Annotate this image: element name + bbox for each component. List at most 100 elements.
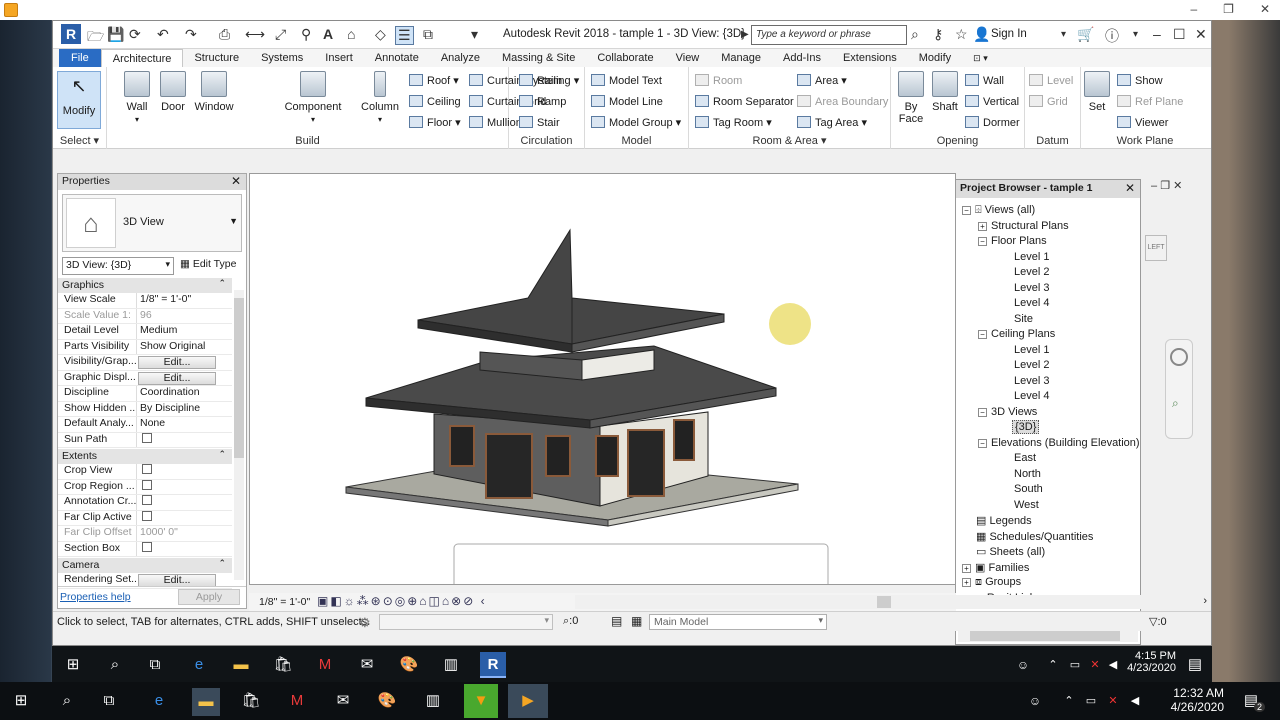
- tree-3d-view-item[interactable]: {3D}: [1012, 420, 1040, 434]
- people-icon[interactable]: ☺: [1012, 654, 1034, 676]
- tree-elev-north[interactable]: North: [1014, 468, 1041, 480]
- property-value[interactable]: 1000' 0": [136, 526, 228, 541]
- type-dropdown-icon[interactable]: ▼: [229, 216, 238, 226]
- view-cube-face[interactable]: LEFT: [1145, 235, 1167, 261]
- subscription-icon[interactable]: ⚷: [933, 26, 943, 43]
- search-icon[interactable]: ⌕: [104, 654, 126, 676]
- view-minimize-icon[interactable]: –: [1151, 180, 1157, 192]
- properties-scroll-thumb[interactable]: [234, 298, 244, 458]
- tree-ceiling-level-4[interactable]: Level 4: [1014, 390, 1049, 402]
- property-row[interactable]: Annotation Cr...: [58, 495, 232, 511]
- restore-icon[interactable]: ❐: [1223, 2, 1234, 16]
- sync-icon[interactable]: ⟳: [129, 26, 141, 43]
- tree-elev-east[interactable]: East: [1014, 452, 1036, 464]
- checkbox[interactable]: [142, 464, 152, 474]
- component-button[interactable]: Component ▾: [281, 71, 345, 125]
- close-icon[interactable]: ✕: [1260, 2, 1270, 16]
- tab-architecture[interactable]: Architecture: [100, 49, 184, 67]
- battery-icon[interactable]: ▭: [1080, 690, 1102, 712]
- modify-button[interactable]: ↖ Modify: [57, 71, 101, 129]
- model-group-button[interactable]: Model Group ▾: [591, 114, 681, 132]
- project-browser-hscroll-thumb[interactable]: [970, 631, 1120, 641]
- user-icon[interactable]: 👤: [973, 26, 990, 43]
- app-minimize-icon[interactable]: –: [1153, 26, 1161, 42]
- app-maximize-icon[interactable]: ☐: [1173, 26, 1186, 43]
- start-icon[interactable]: ⊞: [10, 690, 32, 712]
- tree-3d-views[interactable]: −3D Views: [978, 406, 1037, 418]
- tab-analyze[interactable]: Analyze: [430, 49, 491, 67]
- collapse-icon[interactable]: ⌃: [218, 558, 226, 569]
- vertical-opening-button[interactable]: Vertical: [965, 93, 1019, 111]
- area-boundary-button[interactable]: Area Boundary: [797, 93, 888, 111]
- tray-chevron-icon[interactable]: ⌃: [1058, 690, 1080, 712]
- tab-manage[interactable]: Manage: [710, 49, 772, 67]
- section-graphics[interactable]: Graphics ⌃: [58, 278, 232, 293]
- default-3d-icon[interactable]: ⌂: [347, 26, 355, 42]
- property-value[interactable]: None: [136, 417, 228, 432]
- mail-icon[interactable]: ✉: [332, 690, 354, 712]
- tree-ceiling-level-3[interactable]: Level 3: [1014, 375, 1049, 387]
- scroll-right-icon[interactable]: ›: [1203, 595, 1207, 607]
- text-icon[interactable]: A: [323, 26, 333, 42]
- room-area-dropdown[interactable]: Room & Area ▾: [689, 134, 890, 147]
- ceiling-button[interactable]: Ceiling: [409, 93, 461, 111]
- edit-button[interactable]: Edit...: [138, 356, 216, 369]
- switch-windows-icon[interactable]: ⧉: [423, 26, 433, 43]
- vlc-icon[interactable]: ▼: [464, 684, 498, 718]
- save-icon[interactable]: 💾: [107, 26, 124, 43]
- viewer-button[interactable]: Viewer: [1117, 114, 1168, 132]
- open-icon[interactable]: 🗁: [87, 26, 104, 50]
- print-icon[interactable]: ⎙: [219, 26, 230, 43]
- mcafee-icon[interactable]: M: [314, 654, 336, 676]
- property-checkbox[interactable]: [136, 510, 228, 525]
- property-row[interactable]: Far Clip Offset 1000' 0": [58, 526, 232, 542]
- drawing-area[interactable]: [249, 173, 956, 593]
- property-row[interactable]: Detail Level Medium: [58, 324, 232, 340]
- property-value[interactable]: Medium: [136, 324, 228, 339]
- dormer-button[interactable]: Dormer: [965, 114, 1020, 132]
- people-icon[interactable]: ☺: [1024, 690, 1046, 712]
- file-explorer-icon[interactable]: ▬: [230, 654, 252, 676]
- tree-floor-plans[interactable]: − Floor Plans: [978, 235, 1047, 247]
- property-checkbox[interactable]: [136, 464, 228, 479]
- property-checkbox[interactable]: [136, 495, 228, 510]
- tag-icon[interactable]: ⚲: [301, 26, 311, 43]
- roof-button[interactable]: Roof ▾: [409, 72, 459, 90]
- edit-type-button[interactable]: ▦ Edit Type: [180, 258, 236, 270]
- property-row[interactable]: Section Box: [58, 541, 232, 557]
- collapse-icon[interactable]: ⌃: [218, 278, 226, 289]
- property-checkbox[interactable]: [136, 541, 228, 556]
- view-control-icons[interactable]: ▣◧☼⁂⊛⊙◎⊕⌂◫⌂⊗⊘ ‹: [317, 594, 487, 608]
- view-scale-button[interactable]: 1/8" = 1'-0": [259, 596, 310, 608]
- paint-icon[interactable]: 🎨: [398, 654, 420, 676]
- tab-systems[interactable]: Systems: [250, 49, 314, 67]
- favorites-icon[interactable]: ☆: [955, 26, 968, 43]
- customize-toolbar-icon[interactable]: ▾: [471, 26, 478, 43]
- room-separator-button[interactable]: Room Separator: [695, 93, 794, 111]
- collapse-icon[interactable]: ⌃: [218, 449, 226, 460]
- canvas-hscrollbar[interactable]: ›: [575, 595, 1211, 609]
- railing-button[interactable]: Railing ▾: [519, 72, 579, 90]
- app-icon[interactable]: ▥: [422, 690, 444, 712]
- tab-annotate[interactable]: Annotate: [364, 49, 430, 67]
- column-button[interactable]: Column ▾: [355, 71, 405, 125]
- checkbox[interactable]: [142, 541, 152, 552]
- store-icon[interactable]: 🛍: [272, 654, 294, 676]
- checkbox[interactable]: [142, 510, 152, 521]
- ramp-button[interactable]: Ramp: [519, 93, 566, 111]
- help-dropdown-icon[interactable]: ▾: [1133, 29, 1138, 40]
- task-view-icon[interactable]: ⧉: [144, 654, 166, 676]
- collapse-icon[interactable]: −: [978, 237, 987, 246]
- apply-button[interactable]: Apply: [178, 589, 240, 605]
- tray-chevron-icon[interactable]: ⌃: [1042, 654, 1064, 676]
- filter-indicator[interactable]: ▽:0: [1149, 615, 1167, 628]
- wall-opening-button[interactable]: Wall: [965, 72, 1004, 90]
- network-icon[interactable]: ✕: [1102, 690, 1124, 712]
- expand-icon[interactable]: +: [962, 578, 971, 587]
- properties-close-icon[interactable]: ✕: [231, 174, 241, 188]
- shaft-button[interactable]: Shaft: [927, 71, 963, 113]
- edge-icon[interactable]: e: [188, 654, 210, 676]
- mcafee-icon[interactable]: M: [286, 690, 308, 712]
- file-explorer-icon[interactable]: ▬: [192, 688, 220, 716]
- property-value[interactable]: 96: [136, 308, 228, 323]
